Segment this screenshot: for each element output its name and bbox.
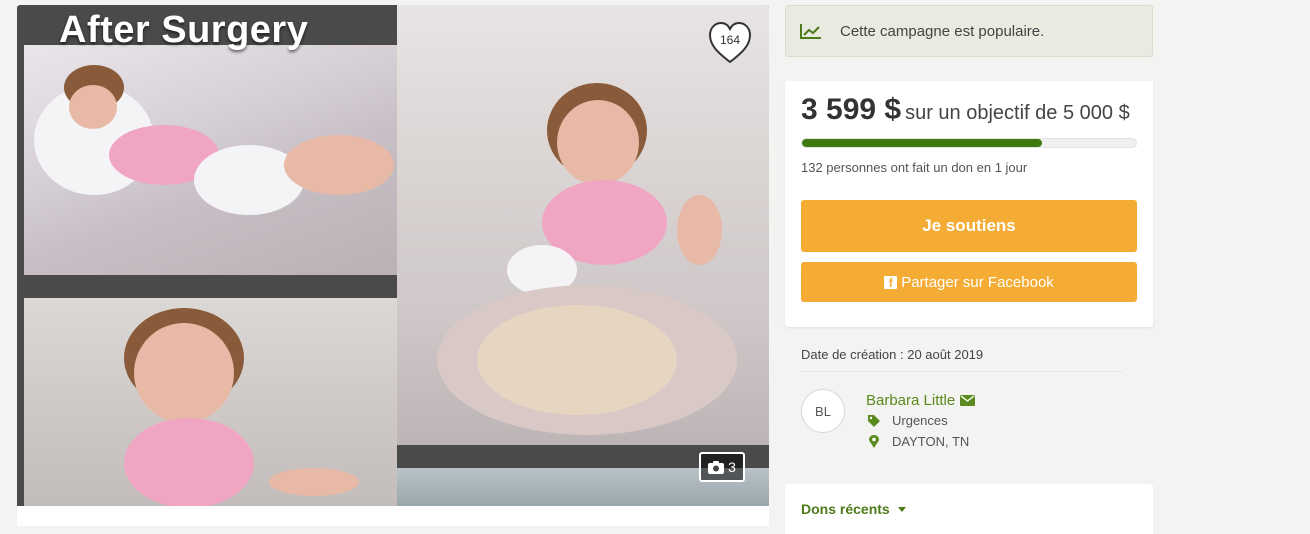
- trend-chart-icon: [800, 24, 821, 39]
- category-row: Urgences: [866, 413, 948, 428]
- details-divider: [801, 371, 1121, 372]
- recent-donations-toggle[interactable]: Dons récents: [801, 501, 906, 517]
- organizer-name: Barbara Little: [866, 392, 956, 409]
- location-text: DAYTON, TN: [892, 434, 970, 449]
- like-button[interactable]: 164: [707, 20, 753, 66]
- tag-icon: [866, 414, 882, 427]
- caret-down-icon: [897, 506, 906, 512]
- map-marker-icon: [866, 435, 882, 448]
- photo-gallery-button[interactable]: 3: [699, 452, 745, 482]
- photo-child-in-hospital-bed: [397, 5, 769, 445]
- location-row: DAYTON, TN: [866, 434, 969, 449]
- goal-text: sur un objectif de 5 000 $: [905, 102, 1130, 124]
- funding-progress-bar: [801, 138, 1137, 148]
- popular-text: Cette campagne est populaire.: [840, 22, 1045, 40]
- photo-count-value: 3: [728, 459, 736, 475]
- recent-donations-label: Dons récents: [801, 501, 890, 517]
- funding-progress-fill: [802, 139, 1043, 147]
- recent-donations-panel: Dons récents: [785, 484, 1153, 534]
- photo-child-sitting: [24, 298, 397, 506]
- popular-campaign-banner: Cette campagne est populaire.: [785, 5, 1153, 57]
- photo-after-surgery: [24, 45, 397, 275]
- category-link[interactable]: Urgences: [892, 413, 948, 428]
- facebook-icon: f: [884, 275, 898, 289]
- photo-caption-text: After Surgery: [59, 9, 309, 51]
- support-button[interactable]: Je soutiens: [801, 200, 1137, 252]
- donors-summary: 132 personnes ont fait un don en 1 jour: [801, 160, 1028, 175]
- campaign-photo-collage[interactable]: After Surgery 164 3: [17, 5, 769, 506]
- envelope-icon[interactable]: [960, 395, 976, 406]
- amount-raised: 3 599 $: [801, 93, 902, 126]
- share-facebook-button[interactable]: f Partager sur Facebook: [801, 262, 1137, 302]
- organizer-link[interactable]: Barbara Little: [866, 392, 976, 409]
- avatar[interactable]: BL: [801, 389, 845, 433]
- campaign-details: Date de création : 20 août 2019 BL Barba…: [785, 327, 1153, 477]
- funding-card: 3 599 $ sur un objectif de 5 000 $ 132 pe…: [785, 81, 1153, 327]
- content-area-below-photo: [17, 506, 769, 526]
- creation-date: Date de création : 20 août 2019: [801, 347, 984, 362]
- funding-amount-row: 3 599 $ sur un objectif de 5 000 $: [801, 93, 1130, 127]
- share-facebook-label: Partager sur Facebook: [901, 273, 1054, 291]
- like-count: 164: [719, 33, 741, 47]
- camera-icon: [708, 460, 725, 474]
